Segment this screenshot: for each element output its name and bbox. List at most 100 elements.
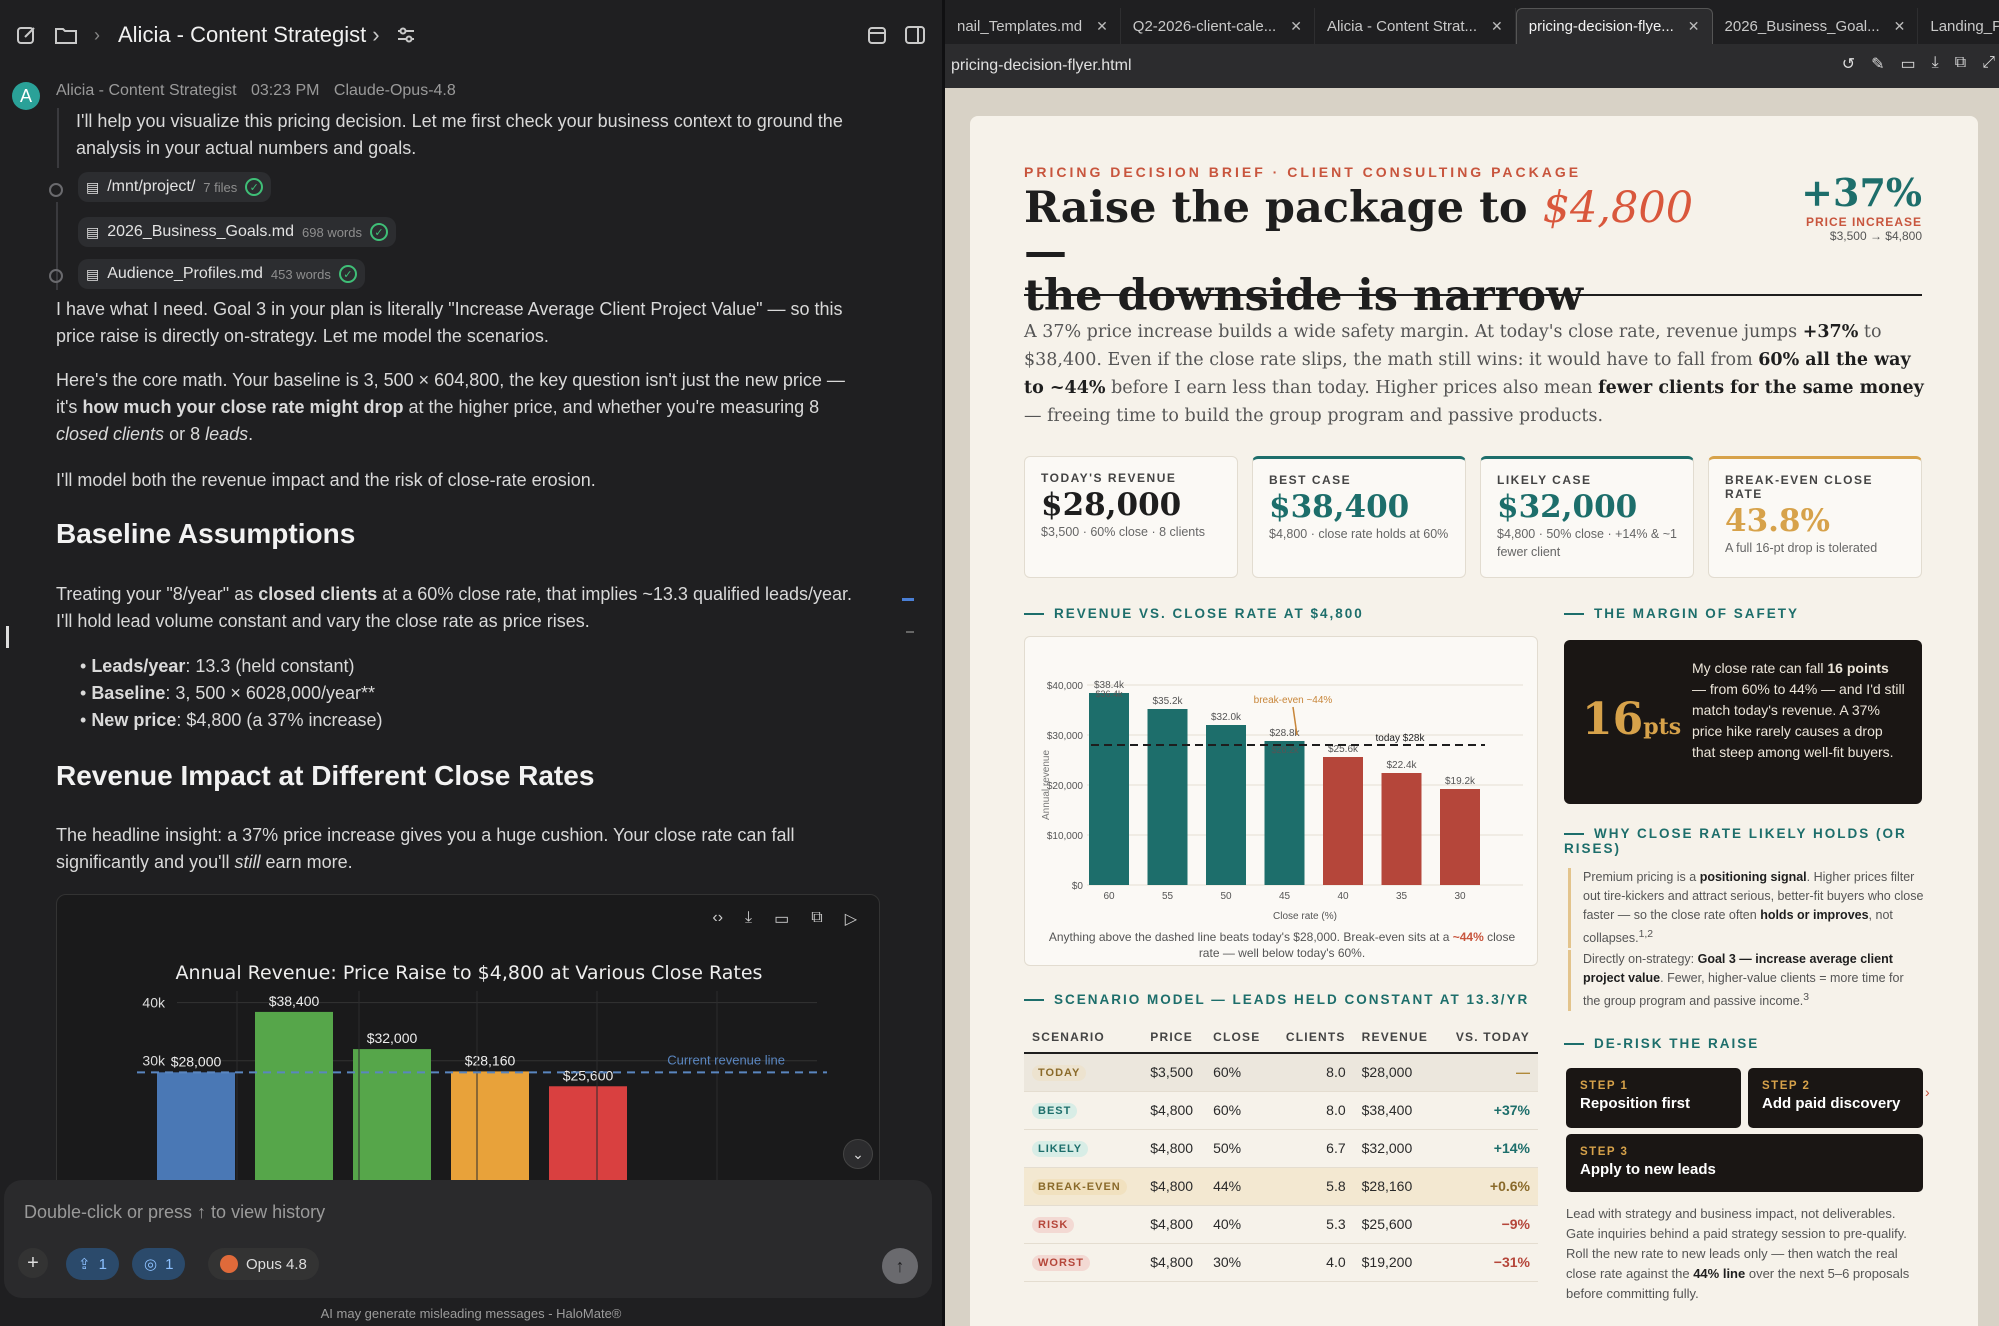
- table-cell: +0.6%: [1441, 1167, 1538, 1206]
- cell-value: $4,800: [1150, 1178, 1194, 1194]
- file-chip[interactable]: ▤ 2026_Business_Goals.md 698 words ✓: [78, 217, 396, 247]
- caption-highlight: ~44%: [1452, 930, 1484, 944]
- scroll-handle[interactable]: [6, 626, 9, 648]
- preview-panel: nail_Templates.md ✕ Q2-2026-client-cale...…: [945, 0, 1999, 1326]
- bar-value-label: $19.2k: [1445, 776, 1476, 787]
- copy-icon[interactable]: ⧉: [1955, 54, 1966, 74]
- table-row: WORST $4,800 30% 4.0 $19,200 −31%: [1024, 1243, 1538, 1282]
- step-card: STEP 3 Apply to new leads: [1566, 1134, 1923, 1192]
- target-icon: ◎: [144, 1256, 158, 1273]
- bar: [1264, 741, 1305, 885]
- kpi-desc: $4,800 · 50% close · +14% & ~1 fewer cli…: [1497, 527, 1677, 559]
- text: at the higher price, and whether you're …: [403, 397, 820, 417]
- x-tick-label: 55: [1162, 891, 1174, 902]
- tab-6[interactable]: Landing_Page_Temp...: [1918, 8, 1999, 44]
- tab-4[interactable]: pricing-decision-flye... ✕: [1515, 8, 1713, 44]
- archive-icon[interactable]: [866, 24, 888, 46]
- close-tab-icon[interactable]: ✕: [1688, 18, 1700, 35]
- step-card: STEP 2 Add paid discovery: [1748, 1068, 1923, 1128]
- close-tab-icon[interactable]: ✕: [1096, 18, 1108, 35]
- folder-icon[interactable]: [54, 25, 78, 45]
- panel-toggle-icon[interactable]: [904, 24, 926, 46]
- scroll-marker[interactable]: [902, 598, 914, 601]
- tab-3[interactable]: Alicia - Content Strat... ✕: [1315, 8, 1516, 44]
- table-cell: +14%: [1441, 1129, 1538, 1168]
- avatar: A: [12, 82, 40, 110]
- sliders-icon[interactable]: [396, 26, 416, 44]
- attachments-button[interactable]: ⇪ 1: [66, 1248, 119, 1280]
- model-chip-label: Opus 4.8: [246, 1255, 307, 1273]
- tab-1[interactable]: nail_Templates.md ✕: [945, 8, 1121, 44]
- text: Premium pricing is a: [1583, 870, 1700, 884]
- chevron-right-icon[interactable]: ›: [372, 22, 379, 48]
- thread-line: [57, 108, 59, 168]
- text: : 3, 500 × 6028,000/year**: [165, 683, 376, 703]
- table-cell: LIKELY: [1024, 1129, 1143, 1168]
- scenario-pill: BREAK-EVEN: [1032, 1179, 1127, 1195]
- bar: [1089, 693, 1129, 885]
- composer-input[interactable]: Double-click or press ↑ to view history: [24, 1202, 325, 1223]
- archive-icon[interactable]: ▭: [1901, 54, 1916, 74]
- bar-value-label: $32.0k: [1211, 712, 1242, 723]
- why-point: Directly on-strategy: Goal 3 — increase …: [1568, 950, 1924, 1012]
- kpi-label: TODAY'S REVENUE: [1041, 471, 1177, 485]
- x-axis-label: Close rate (%): [1273, 911, 1337, 922]
- history-icon[interactable]: ↺: [1842, 54, 1855, 74]
- section-title-margin: THE MARGIN OF SAFETY: [1564, 606, 1799, 621]
- add-icon[interactable]: +: [18, 1248, 48, 1278]
- close-tab-icon[interactable]: ✕: [1290, 18, 1302, 35]
- check-icon: ✓: [338, 265, 357, 283]
- bold-text: positioning signal: [1699, 870, 1807, 884]
- scroll-marker[interactable]: [906, 631, 914, 633]
- headline-price: $4,800: [1542, 183, 1694, 233]
- close-tab-icon[interactable]: ✕: [1894, 18, 1906, 35]
- step-card: STEP 1 Reposition first: [1566, 1068, 1741, 1128]
- kpi-card: TODAY'S REVENUE $28,000 $3,500 · 60% clo…: [1024, 456, 1238, 578]
- step-label: Apply to new leads: [1580, 1161, 1716, 1178]
- tools-button[interactable]: ◎ 1: [132, 1248, 186, 1280]
- file-name: Audience_Profiles.md: [107, 265, 263, 282]
- section-title-why: WHY CLOSE RATE LIKELY HOLDS (OR RISES): [1564, 826, 1924, 856]
- download-icon[interactable]: ⤓: [1932, 54, 1939, 74]
- footnote-ref: 3: [1803, 992, 1810, 1003]
- tab-bar: nail_Templates.md ✕ Q2-2026-client-cale...…: [945, 0, 1999, 44]
- chat-revenue-chart: Annual Revenue: Price Raise to $4,800 at…: [137, 962, 827, 1193]
- file-bar: pricing-decision-flyer.html ↺ ✎ ▭ ⤓ ⧉ ⤢: [945, 44, 1999, 88]
- table-cell: 50%: [1205, 1129, 1273, 1168]
- file-chip[interactable]: ▤ /mnt/project/ 7 files ✓: [78, 172, 272, 202]
- tab-label: nail_Templates.md: [957, 17, 1083, 35]
- tab-5[interactable]: 2026_Business_Goal... ✕: [1713, 8, 1919, 44]
- send-button[interactable]: ↑: [882, 1248, 918, 1284]
- points-unit: pts: [1643, 714, 1682, 740]
- attachments-count: 1: [98, 1255, 107, 1273]
- model-selector[interactable]: Opus 4.8: [208, 1248, 319, 1280]
- message-meta: Alicia - Content Strategist 03:23 PM Cla…: [56, 82, 466, 100]
- column-header: CLOSE: [1205, 1022, 1273, 1054]
- cell-value: +14%: [1493, 1140, 1530, 1156]
- y-axis-label: Annual revenue: [1041, 750, 1052, 820]
- bar-value-label: $28,160: [465, 1052, 516, 1068]
- cell-value: $32,000: [1361, 1140, 1413, 1156]
- tab-2[interactable]: Q2-2026-client-cale... ✕: [1121, 8, 1315, 44]
- new-chat-icon[interactable]: [16, 24, 38, 46]
- close-tab-icon[interactable]: ✕: [1491, 18, 1503, 35]
- table-cell: $4,800: [1142, 1243, 1206, 1282]
- bar-value-label: $35.2k: [1152, 696, 1183, 707]
- tab-label: Q2-2026-client-cale...: [1132, 17, 1277, 35]
- table-cell: $3,500: [1142, 1053, 1206, 1092]
- conversation-title[interactable]: Alicia - Content Strategist: [118, 22, 366, 48]
- step-dot: [49, 269, 63, 283]
- file-chip[interactable]: ▤ Audience_Profiles.md 453 words ✓: [78, 259, 365, 289]
- safety-text: My close rate can fall 16 points — from …: [1692, 658, 1906, 763]
- headline-line2: the downside is narrow: [1024, 271, 1584, 321]
- y-tick-label: $20,000: [1047, 781, 1084, 792]
- tab-label: Alicia - Content Strat...: [1326, 17, 1477, 35]
- app-window: › Alicia - Content Strategist › A Alicia…: [0, 0, 1999, 1326]
- lede-paragraph: A 37% price increase builds a wide safet…: [1024, 318, 1924, 430]
- table-header-row: SCENARIO PRICE CLOSE CLIENTS REVENUE VS.…: [1024, 1022, 1538, 1054]
- table-cell: $32,000: [1353, 1129, 1442, 1168]
- expand-icon[interactable]: ⤢: [1982, 54, 1995, 74]
- scroll-down-button[interactable]: ⌄: [843, 1139, 873, 1169]
- kpi-label: BREAK-EVEN CLOSE RATE: [1725, 473, 1874, 501]
- edit-icon[interactable]: ✎: [1871, 54, 1884, 74]
